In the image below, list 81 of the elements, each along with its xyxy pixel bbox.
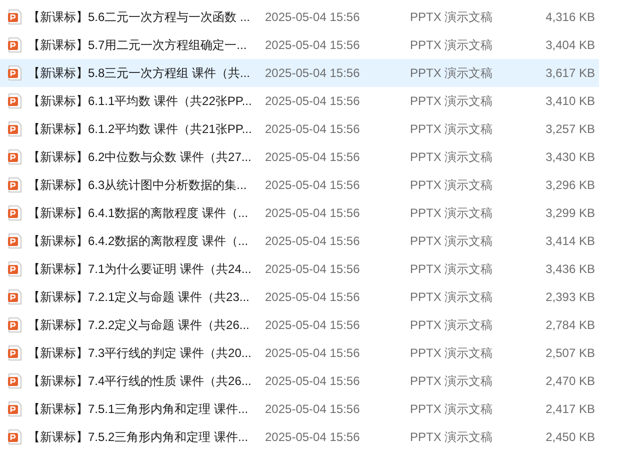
- file-name: 【新课标】6.2中位数与众数 课件（共27...: [28, 149, 252, 166]
- file-type: PPTX 演示文稿: [410, 373, 494, 390]
- modified-date: 2025-05-04 15:56: [265, 93, 361, 110]
- presentation-file-icon: [8, 317, 22, 333]
- file-name: 【新课标】7.5.2三角形内角和定理 课件...: [28, 429, 250, 446]
- file-name: 【新课标】7.4平行线的性质 课件（共26...: [28, 373, 252, 390]
- modified-date: 2025-05-04 15:56: [265, 429, 361, 446]
- file-size: 2,470 KB: [544, 373, 595, 390]
- modified-date: 2025-05-04 15:56: [265, 37, 361, 54]
- file-name: 【新课标】5.7用二元一次方程组确定一...: [28, 37, 248, 54]
- modified-date: 2025-05-04 15:56: [265, 233, 361, 250]
- file-type: PPTX 演示文稿: [410, 121, 494, 138]
- file-name: 【新课标】7.5.1三角形内角和定理 课件...: [28, 401, 250, 418]
- modified-date: 2025-05-04 15:56: [265, 205, 361, 222]
- file-size: 3,430 KB: [544, 149, 595, 166]
- file-name: 【新课标】6.1.2平均数 课件（共21张PP...: [28, 121, 253, 138]
- modified-date: 2025-05-04 15:56: [265, 401, 361, 418]
- file-name: 【新课标】6.4.2数据的离散程度 课件（...: [28, 233, 250, 250]
- file-type: PPTX 演示文稿: [410, 429, 494, 446]
- file-type: PPTX 演示文稿: [410, 401, 494, 418]
- presentation-file-icon: [8, 37, 22, 53]
- presentation-file-icon: [8, 9, 22, 25]
- modified-date: 2025-05-04 15:56: [265, 121, 361, 138]
- file-type: PPTX 演示文稿: [410, 205, 494, 222]
- file-size: 4,316 KB: [544, 9, 595, 26]
- file-size: 2,507 KB: [544, 345, 595, 362]
- file-size: 3,414 KB: [544, 233, 595, 250]
- file-name: 【新课标】6.4.1数据的离散程度 课件（...: [28, 205, 250, 222]
- file-size: 2,450 KB: [544, 429, 595, 446]
- file-size: 3,299 KB: [544, 205, 595, 222]
- presentation-file-icon: [8, 93, 22, 109]
- file-type: PPTX 演示文稿: [410, 37, 494, 54]
- file-type: PPTX 演示文稿: [410, 317, 494, 334]
- presentation-file-icon: [8, 149, 22, 165]
- file-type: PPTX 演示文稿: [410, 177, 494, 194]
- presentation-file-icon: [8, 65, 22, 81]
- file-type: PPTX 演示文稿: [410, 289, 494, 306]
- modified-date: 2025-05-04 15:56: [265, 345, 361, 362]
- presentation-file-icon: [8, 205, 22, 221]
- presentation-file-icon: [8, 261, 22, 277]
- file-type: PPTX 演示文稿: [410, 9, 494, 26]
- file-name: 【新课标】6.3从统计图中分析数据的集...: [28, 177, 248, 194]
- file-type: PPTX 演示文稿: [410, 261, 494, 278]
- file-type: PPTX 演示文稿: [410, 233, 494, 250]
- file-type: PPTX 演示文稿: [410, 93, 494, 110]
- file-type: PPTX 演示文稿: [410, 149, 494, 166]
- presentation-file-icon: [8, 345, 22, 361]
- file-size: 2,417 KB: [544, 401, 595, 418]
- modified-date: 2025-05-04 15:56: [265, 149, 361, 166]
- presentation-file-icon: [8, 177, 22, 193]
- modified-date: 2025-05-04 15:56: [265, 9, 361, 26]
- presentation-file-icon: [8, 233, 22, 249]
- modified-date: 2025-05-04 15:56: [265, 261, 361, 278]
- file-row[interactable]: 【新课标】5.8三元一次方程组 课件（共... 2025-05-04 15:56 PPTX 演示文稿 3,617 KB: [0, 59, 599, 87]
- modified-date: 2025-05-04 15:56: [265, 317, 361, 334]
- file-size: 2,784 KB: [544, 317, 595, 334]
- file-name: 【新课标】5.6二元一次方程与一次函数 ...: [28, 9, 252, 26]
- presentation-file-icon: [8, 429, 22, 445]
- modified-date: 2025-05-04 15:56: [265, 65, 361, 82]
- modified-date: 2025-05-04 15:56: [265, 373, 361, 390]
- presentation-file-icon: [8, 289, 22, 305]
- file-size: 3,257 KB: [544, 121, 595, 138]
- file-name: 【新课标】7.1为什么要证明 课件（共24...: [28, 261, 252, 278]
- file-name: 【新课标】7.2.2定义与命题 课件（共26...: [28, 317, 250, 334]
- presentation-file-icon: [8, 373, 22, 389]
- file-size: 2,393 KB: [544, 289, 595, 306]
- presentation-file-icon: [8, 401, 22, 417]
- file-type: PPTX 演示文稿: [410, 345, 494, 362]
- file-size: 3,617 KB: [544, 65, 595, 82]
- file-name: 【新课标】6.1.1平均数 课件（共22张PP...: [28, 93, 253, 110]
- file-size: 3,410 KB: [544, 93, 595, 110]
- file-name: 【新课标】7.2.1定义与命题 课件（共23...: [28, 289, 250, 306]
- file-name: 【新课标】5.8三元一次方程组 课件（共...: [28, 65, 252, 82]
- file-size: 3,296 KB: [544, 177, 595, 194]
- file-type: PPTX 演示文稿: [410, 65, 494, 82]
- presentation-file-icon: [8, 121, 22, 137]
- file-size: 3,436 KB: [544, 261, 595, 278]
- modified-date: 2025-05-04 15:56: [265, 177, 361, 194]
- file-size: 3,404 KB: [544, 37, 595, 54]
- file-name: 【新课标】7.3平行线的判定 课件（共20...: [28, 345, 252, 362]
- modified-date: 2025-05-04 15:56: [265, 289, 361, 306]
